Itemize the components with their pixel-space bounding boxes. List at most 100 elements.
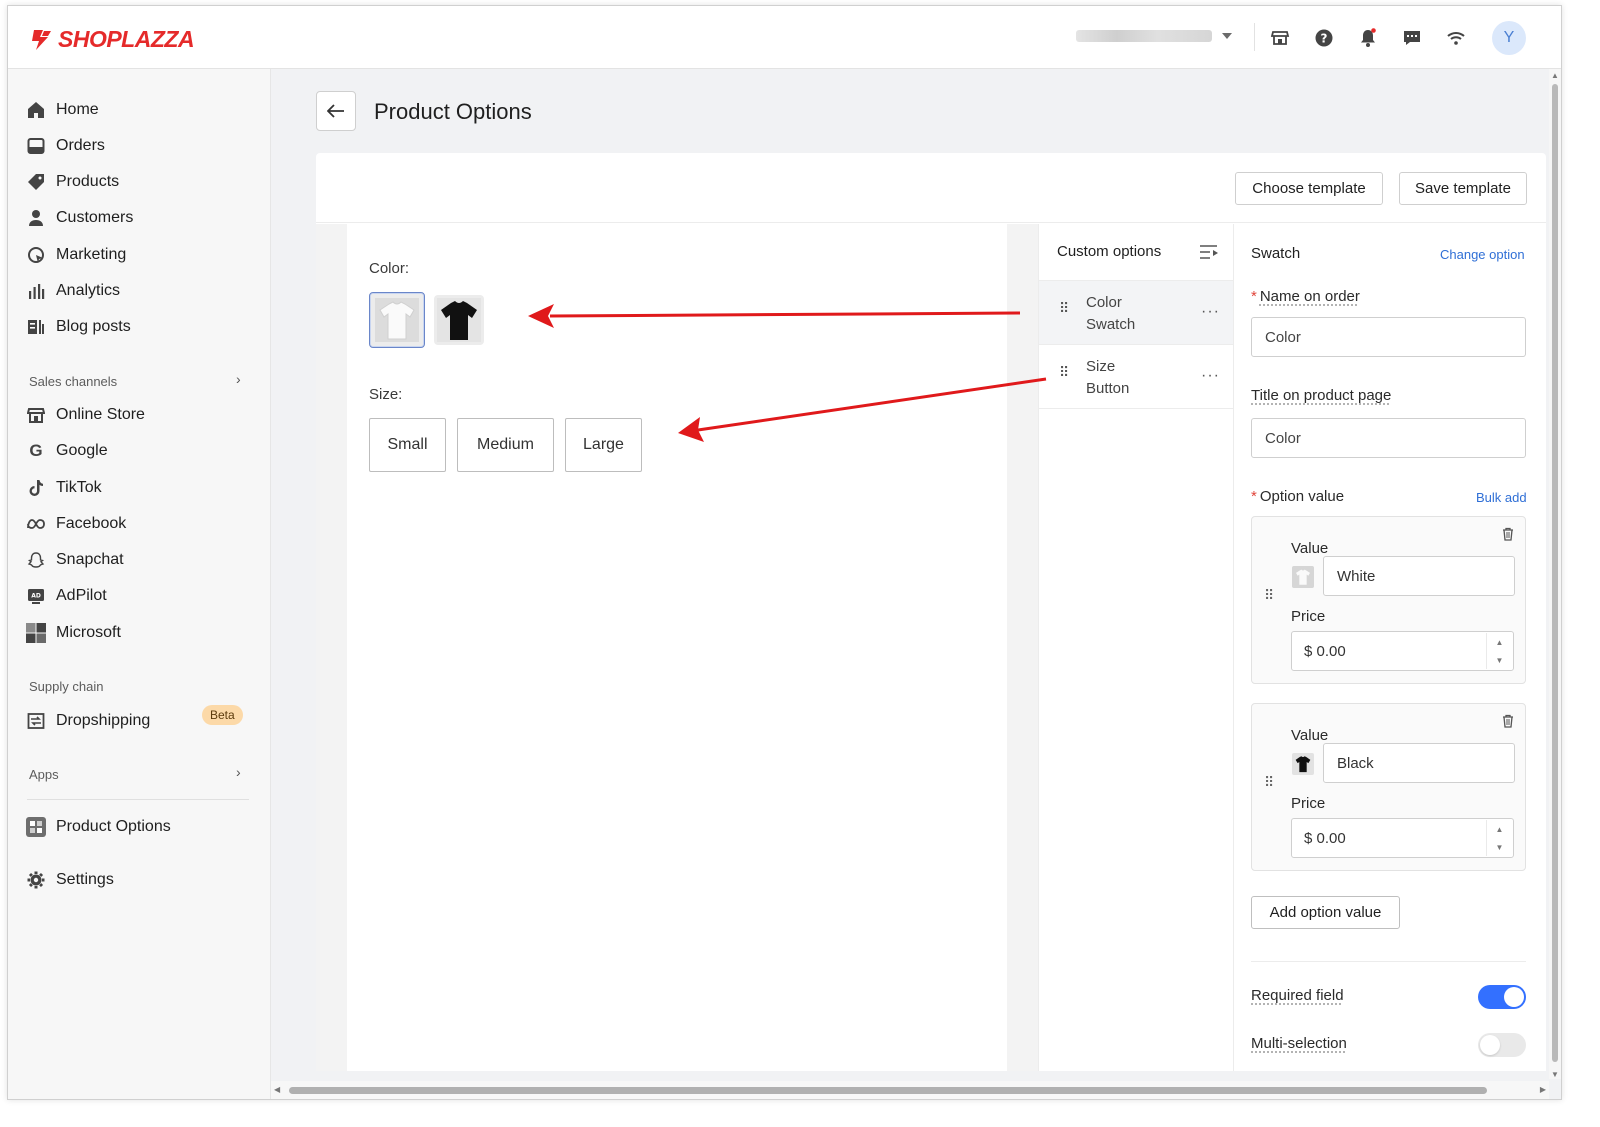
change-option-link[interactable]: Change option — [1440, 247, 1525, 262]
sidebar-item-label: Orders — [56, 137, 105, 154]
chevron-up-icon[interactable]: ▲ — [1496, 825, 1504, 834]
scroll-right-icon[interactable]: ▶ — [1540, 1085, 1546, 1094]
custom-option-size-button[interactable]: ⠿ Size Button ··· — [1039, 345, 1233, 409]
sidebar-item-settings[interactable]: Settings — [26, 866, 114, 894]
chevron-right-icon[interactable]: › — [236, 371, 241, 387]
editor-card: Choose template Save template Color: Siz… — [316, 153, 1546, 1071]
drag-handle-icon[interactable]: ⠿ — [1059, 301, 1069, 315]
chevron-right-icon[interactable]: › — [236, 764, 241, 780]
person-icon — [26, 208, 46, 228]
swatch-white[interactable] — [369, 292, 425, 348]
sidebar-item-google[interactable]: G Google — [26, 437, 107, 465]
sidebar-item-label: AdPilot — [56, 587, 107, 604]
scroll-up-icon[interactable]: ▲ — [1551, 71, 1559, 80]
white-tshirt-icon — [375, 298, 419, 342]
sidebar-item-snapchat[interactable]: Snapchat — [26, 546, 124, 574]
sales-channels-heading[interactable]: Sales channels — [29, 374, 117, 389]
sidebar-item-blog-posts[interactable]: Blog posts — [26, 313, 131, 341]
back-button[interactable] — [316, 91, 356, 131]
chevron-down-icon[interactable]: ▼ — [1496, 843, 1504, 852]
custom-option-color-swatch[interactable]: ⠿ Color Swatch ··· — [1039, 281, 1233, 345]
store-selector[interactable] — [1076, 28, 1241, 44]
size-large-button[interactable]: Large — [565, 418, 642, 472]
multi-selection-label: Multi-selection — [1251, 1035, 1347, 1052]
more-options-icon[interactable]: ··· — [1201, 367, 1220, 385]
size-medium-button[interactable]: Medium — [457, 418, 554, 472]
title-on-page-input[interactable]: Color — [1251, 418, 1526, 458]
sidebar-item-facebook[interactable]: Facebook — [26, 510, 126, 538]
marketing-icon — [26, 245, 46, 265]
sidebar-item-analytics[interactable]: Analytics — [26, 277, 120, 305]
sidebar-item-label: Facebook — [56, 515, 127, 532]
price-stepper[interactable]: ▲ ▼ — [1486, 633, 1512, 669]
value-input[interactable]: White — [1323, 556, 1515, 596]
trash-icon[interactable] — [1501, 527, 1515, 541]
sidebar-item-label: Blog posts — [56, 318, 131, 335]
sidebar-item-tiktok[interactable]: TikTok — [26, 474, 102, 502]
sidebar-item-home[interactable]: Home — [26, 96, 99, 124]
scrollbar-thumb[interactable] — [1552, 84, 1558, 1062]
scroll-down-icon[interactable]: ▼ — [1551, 1070, 1559, 1079]
reorder-list-icon[interactable] — [1199, 244, 1219, 260]
bulk-add-link[interactable]: Bulk add — [1476, 490, 1527, 505]
help-icon[interactable]: ? — [1314, 28, 1334, 48]
apps-heading[interactable]: Apps — [29, 767, 59, 782]
price-input[interactable]: $ 0.00 ▲ ▼ — [1291, 818, 1514, 858]
avatar[interactable]: Y — [1492, 21, 1526, 55]
price-stepper[interactable]: ▲ ▼ — [1486, 820, 1512, 856]
chat-icon[interactable] — [1402, 28, 1422, 48]
chevron-down-icon — [1222, 33, 1232, 39]
value-input[interactable]: Black — [1323, 743, 1515, 783]
option-value-item: Value ⠿ White Price $ 0.00 ▲ ▼ — [1251, 516, 1526, 684]
sidebar-item-products[interactable]: Products — [26, 168, 119, 196]
dropshipping-icon — [26, 711, 46, 731]
shoplazza-logo[interactable]: SHOPLAZZA — [30, 26, 195, 53]
product-options-app-icon — [26, 817, 46, 837]
wifi-icon[interactable] — [1446, 28, 1466, 48]
drag-handle-icon[interactable]: ⠿ — [1264, 775, 1274, 789]
sidebar-item-online-store[interactable]: Online Store — [26, 401, 145, 429]
sidebar-item-dropshipping[interactable]: Dropshipping — [26, 707, 150, 735]
choose-template-button[interactable]: Choose template — [1235, 172, 1383, 205]
price-label: Price — [1291, 795, 1326, 812]
required-field-toggle[interactable] — [1478, 985, 1526, 1009]
scroll-left-icon[interactable]: ◀ — [274, 1085, 280, 1094]
more-options-icon[interactable]: ··· — [1201, 303, 1220, 321]
bell-icon[interactable] — [1358, 28, 1378, 48]
store-icon[interactable] — [1270, 28, 1290, 48]
microsoft-icon — [26, 623, 46, 643]
arrow-left-icon — [327, 104, 344, 118]
drag-handle-icon[interactable]: ⠿ — [1059, 365, 1069, 379]
sidebar-item-label: Customers — [56, 209, 134, 226]
chevron-up-icon[interactable]: ▲ — [1496, 638, 1504, 647]
multi-selection-toggle[interactable] — [1478, 1033, 1526, 1057]
add-option-value-button[interactable]: Add option value — [1251, 896, 1400, 929]
name-on-order-input[interactable]: Color — [1251, 317, 1526, 357]
black-swatch-thumbnail[interactable] — [1292, 753, 1314, 775]
drag-handle-icon[interactable]: ⠿ — [1264, 588, 1274, 602]
sidebar-item-orders[interactable]: Orders — [26, 132, 105, 160]
sidebar-item-adpilot[interactable]: AD AdPilot — [26, 582, 107, 610]
horizontal-scrollbar[interactable]: ◀ ▶ — [271, 1081, 1549, 1099]
scrollbar-thumb[interactable] — [289, 1087, 1487, 1094]
size-label: Size: — [369, 386, 403, 403]
white-swatch-thumbnail[interactable] — [1292, 566, 1314, 588]
sidebar-item-customers[interactable]: Customers — [26, 204, 133, 232]
google-icon: G — [29, 441, 43, 460]
sidebar-item-microsoft[interactable]: Microsoft — [26, 619, 121, 647]
option-type: Swatch — [1086, 316, 1136, 333]
chevron-down-icon[interactable]: ▼ — [1496, 656, 1504, 665]
save-template-button[interactable]: Save template — [1399, 172, 1527, 205]
svg-text:AD: AD — [31, 593, 41, 600]
sidebar-item-product-options[interactable]: Product Options — [26, 813, 171, 841]
trash-icon[interactable] — [1501, 714, 1515, 728]
sidebar-item-marketing[interactable]: Marketing — [26, 241, 126, 269]
tag-icon — [26, 172, 46, 192]
sidebar-item-label: Microsoft — [56, 624, 121, 641]
vertical-scrollbar[interactable]: ▲ ▼ — [1549, 69, 1561, 1079]
price-input[interactable]: $ 0.00 ▲ ▼ — [1291, 631, 1514, 671]
size-small-button[interactable]: Small — [369, 418, 446, 472]
divider — [27, 799, 249, 800]
swatch-black[interactable] — [434, 295, 484, 345]
sidebar: Home Orders Products Customers Marketing… — [8, 69, 271, 1099]
